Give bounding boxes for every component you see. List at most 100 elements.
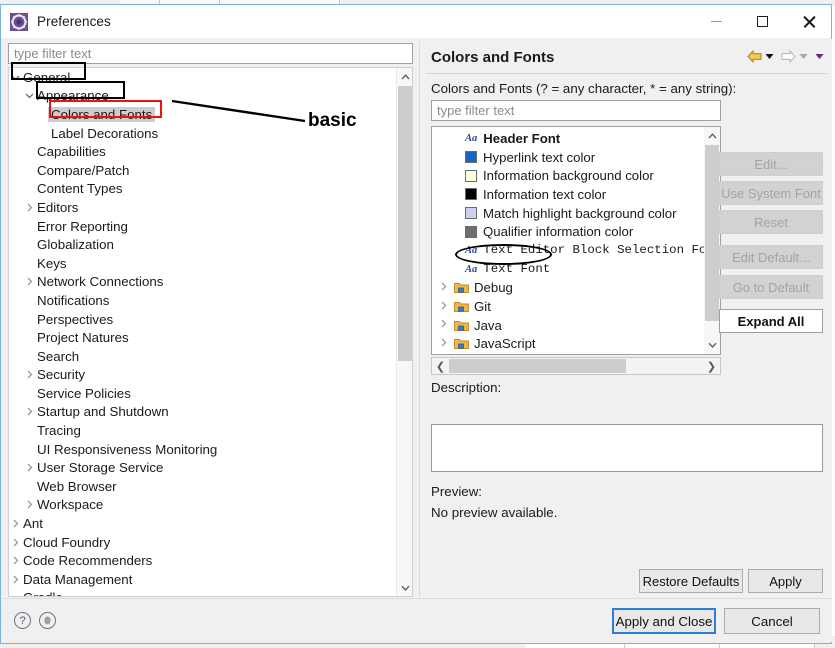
- colors-fonts-filter-input[interactable]: type filter text: [431, 100, 721, 121]
- chevron-right-icon[interactable]: [24, 369, 35, 380]
- menu-dropdown-icon[interactable]: [815, 53, 824, 60]
- sidebar-item-globalization[interactable]: Globalization: [9, 235, 396, 254]
- cancel-button[interactable]: Cancel: [724, 608, 820, 634]
- folder-icon: [454, 319, 469, 332]
- expand-all-button[interactable]: Expand All: [719, 309, 823, 333]
- sidebar-item-gradle[interactable]: Gradle: [9, 589, 396, 597]
- colors-fonts-item-text-font[interactable]: AaText Font: [432, 260, 703, 279]
- colors-fonts-item-information-background-color[interactable]: Information background color: [432, 166, 703, 185]
- colors-fonts-item-information-text-color[interactable]: Information text color: [432, 185, 703, 204]
- sidebar-item-project-natures[interactable]: Project Natures: [9, 328, 396, 347]
- apply-and-close-button[interactable]: Apply and Close: [612, 608, 716, 634]
- sidebar-item-editors[interactable]: Editors: [9, 198, 396, 217]
- sidebar-item-perspectives[interactable]: Perspectives: [9, 310, 396, 329]
- colors-fonts-item-match-highlight-background-color[interactable]: Match highlight background color: [432, 204, 703, 223]
- close-button[interactable]: [785, 5, 831, 38]
- sidebar-item-data-management[interactable]: Data Management: [9, 570, 396, 589]
- sidebar-item-workspace[interactable]: Workspace: [9, 496, 396, 515]
- scroll-right-icon[interactable]: ❯: [703, 360, 720, 373]
- sidebar-item-label: Tracing: [37, 423, 81, 438]
- sidebar-item-compare-patch[interactable]: Compare/Patch: [9, 161, 396, 180]
- colors-fonts-tree-scrollbar[interactable]: [704, 127, 720, 354]
- sidebar-item-appearance[interactable]: Appearance: [9, 87, 396, 106]
- sidebar-item-notifications[interactable]: Notifications: [9, 291, 396, 310]
- chevron-right-icon[interactable]: [10, 574, 21, 585]
- sidebar-item-network-connections[interactable]: Network Connections: [9, 273, 396, 292]
- sidebar-item-web-browser[interactable]: Web Browser: [9, 477, 396, 496]
- scroll-thumb[interactable]: [398, 86, 412, 361]
- page-title: Colors and Fonts: [431, 49, 554, 66]
- colors-fonts-item-text-editor-block-selection-font[interactable]: AaText Editor Block Selection Font: [432, 241, 703, 260]
- colors-fonts-item-label: Hyperlink text color: [483, 150, 595, 165]
- colors-fonts-item-label: Information background color: [483, 168, 654, 183]
- scroll-left-icon[interactable]: ❮: [432, 360, 449, 373]
- sidebar-item-label: UI Responsiveness Monitoring: [37, 442, 217, 457]
- hscroll-thumb[interactable]: [449, 359, 626, 373]
- minimize-button[interactable]: [693, 5, 739, 38]
- sidebar-item-security[interactable]: Security: [9, 366, 396, 385]
- colors-and-fonts-tree[interactable]: AaHeader Font Hyperlink text color Informa…: [431, 126, 721, 355]
- chevron-right-icon[interactable]: [438, 300, 449, 314]
- chevron-right-icon[interactable]: [24, 462, 35, 473]
- colors-fonts-item-debug[interactable]: Debug: [432, 279, 703, 298]
- restore-defaults-button[interactable]: Restore Defaults: [639, 569, 743, 593]
- chevron-right-icon[interactable]: [24, 499, 35, 510]
- sidebar-item-error-reporting[interactable]: Error Reporting: [9, 217, 396, 236]
- forward-dropdown-icon[interactable]: [799, 53, 808, 60]
- sidebar-item-keys[interactable]: Keys: [9, 254, 396, 273]
- back-dropdown-icon[interactable]: [765, 53, 774, 60]
- scroll-up-icon[interactable]: [704, 128, 720, 144]
- sidebar-item-content-types[interactable]: Content Types: [9, 180, 396, 199]
- chevron-right-icon[interactable]: [24, 202, 35, 213]
- forward-arrow-icon[interactable]: [781, 50, 796, 63]
- sidebar-item-startup-and-shutdown[interactable]: Startup and Shutdown: [9, 403, 396, 422]
- sidebar-item-user-storage-service[interactable]: User Storage Service: [9, 458, 396, 477]
- page-nav-icons: [747, 50, 824, 63]
- colors-fonts-hscrollbar[interactable]: ❮ ❯: [431, 357, 721, 375]
- sidebar-item-capabilities[interactable]: Capabilities: [9, 142, 396, 161]
- scroll-down-icon[interactable]: [704, 337, 720, 353]
- preferences-filter-input[interactable]: type filter text: [8, 43, 413, 64]
- colors-fonts-item-javascript[interactable]: JavaScript: [432, 335, 703, 354]
- scroll-up-icon[interactable]: [397, 68, 413, 85]
- chevron-right-icon[interactable]: [438, 337, 449, 351]
- circle-icon[interactable]: [39, 612, 56, 629]
- colors-fonts-item-header-font[interactable]: AaHeader Font: [432, 129, 703, 148]
- chevron-right-icon[interactable]: [438, 281, 449, 295]
- scroll-thumb[interactable]: [705, 145, 719, 321]
- sidebar-item-ant[interactable]: Ant: [9, 514, 396, 533]
- preferences-tree[interactable]: GeneralAppearanceColors and FontsLabel D…: [8, 67, 413, 597]
- colors-fonts-item-hyperlink-text-color[interactable]: Hyperlink text color: [432, 148, 703, 167]
- sidebar-item-general[interactable]: General: [9, 68, 396, 87]
- chevron-right-icon[interactable]: [10, 518, 21, 529]
- colors-fonts-item-git[interactable]: Git: [432, 297, 703, 316]
- description-box[interactable]: [431, 424, 823, 472]
- sidebar-item-tracing[interactable]: Tracing: [9, 421, 396, 440]
- apply-button[interactable]: Apply: [748, 569, 823, 593]
- chevron-down-icon[interactable]: [10, 72, 21, 83]
- back-arrow-icon[interactable]: [747, 50, 762, 63]
- sidebar-item-service-policies[interactable]: Service Policies: [9, 384, 396, 403]
- minimize-icon: [711, 21, 722, 22]
- scroll-down-icon[interactable]: [397, 579, 413, 596]
- chevron-right-icon[interactable]: [24, 276, 35, 287]
- chevron-right-icon[interactable]: [438, 318, 449, 332]
- sidebar-item-code-recommenders[interactable]: Code Recommenders: [9, 551, 396, 570]
- color-swatch-icon: [465, 170, 477, 182]
- question-mark-icon[interactable]: ?: [14, 612, 31, 629]
- colors-fonts-item-java[interactable]: Java: [432, 316, 703, 335]
- edit-default-button: Edit Default...: [719, 245, 823, 269]
- chevron-right-icon[interactable]: [10, 537, 21, 548]
- chevron-right-icon[interactable]: [10, 555, 21, 566]
- colors-fonts-item-qualifier-information-color[interactable]: Qualifier information color: [432, 222, 703, 241]
- sidebar-item-ui-responsiveness-monitoring[interactable]: UI Responsiveness Monitoring: [9, 440, 396, 459]
- close-icon: [802, 15, 815, 28]
- sidebar-item-search[interactable]: Search: [9, 347, 396, 366]
- chevron-down-icon[interactable]: [24, 90, 35, 101]
- preferences-tree-scrollbar[interactable]: [396, 68, 412, 596]
- chevron-right-icon[interactable]: [24, 406, 35, 417]
- maximize-button[interactable]: [739, 5, 785, 38]
- use-system-font-button: Use System Font: [719, 181, 823, 205]
- title-divider: [426, 73, 828, 74]
- sidebar-item-cloud-foundry[interactable]: Cloud Foundry: [9, 533, 396, 552]
